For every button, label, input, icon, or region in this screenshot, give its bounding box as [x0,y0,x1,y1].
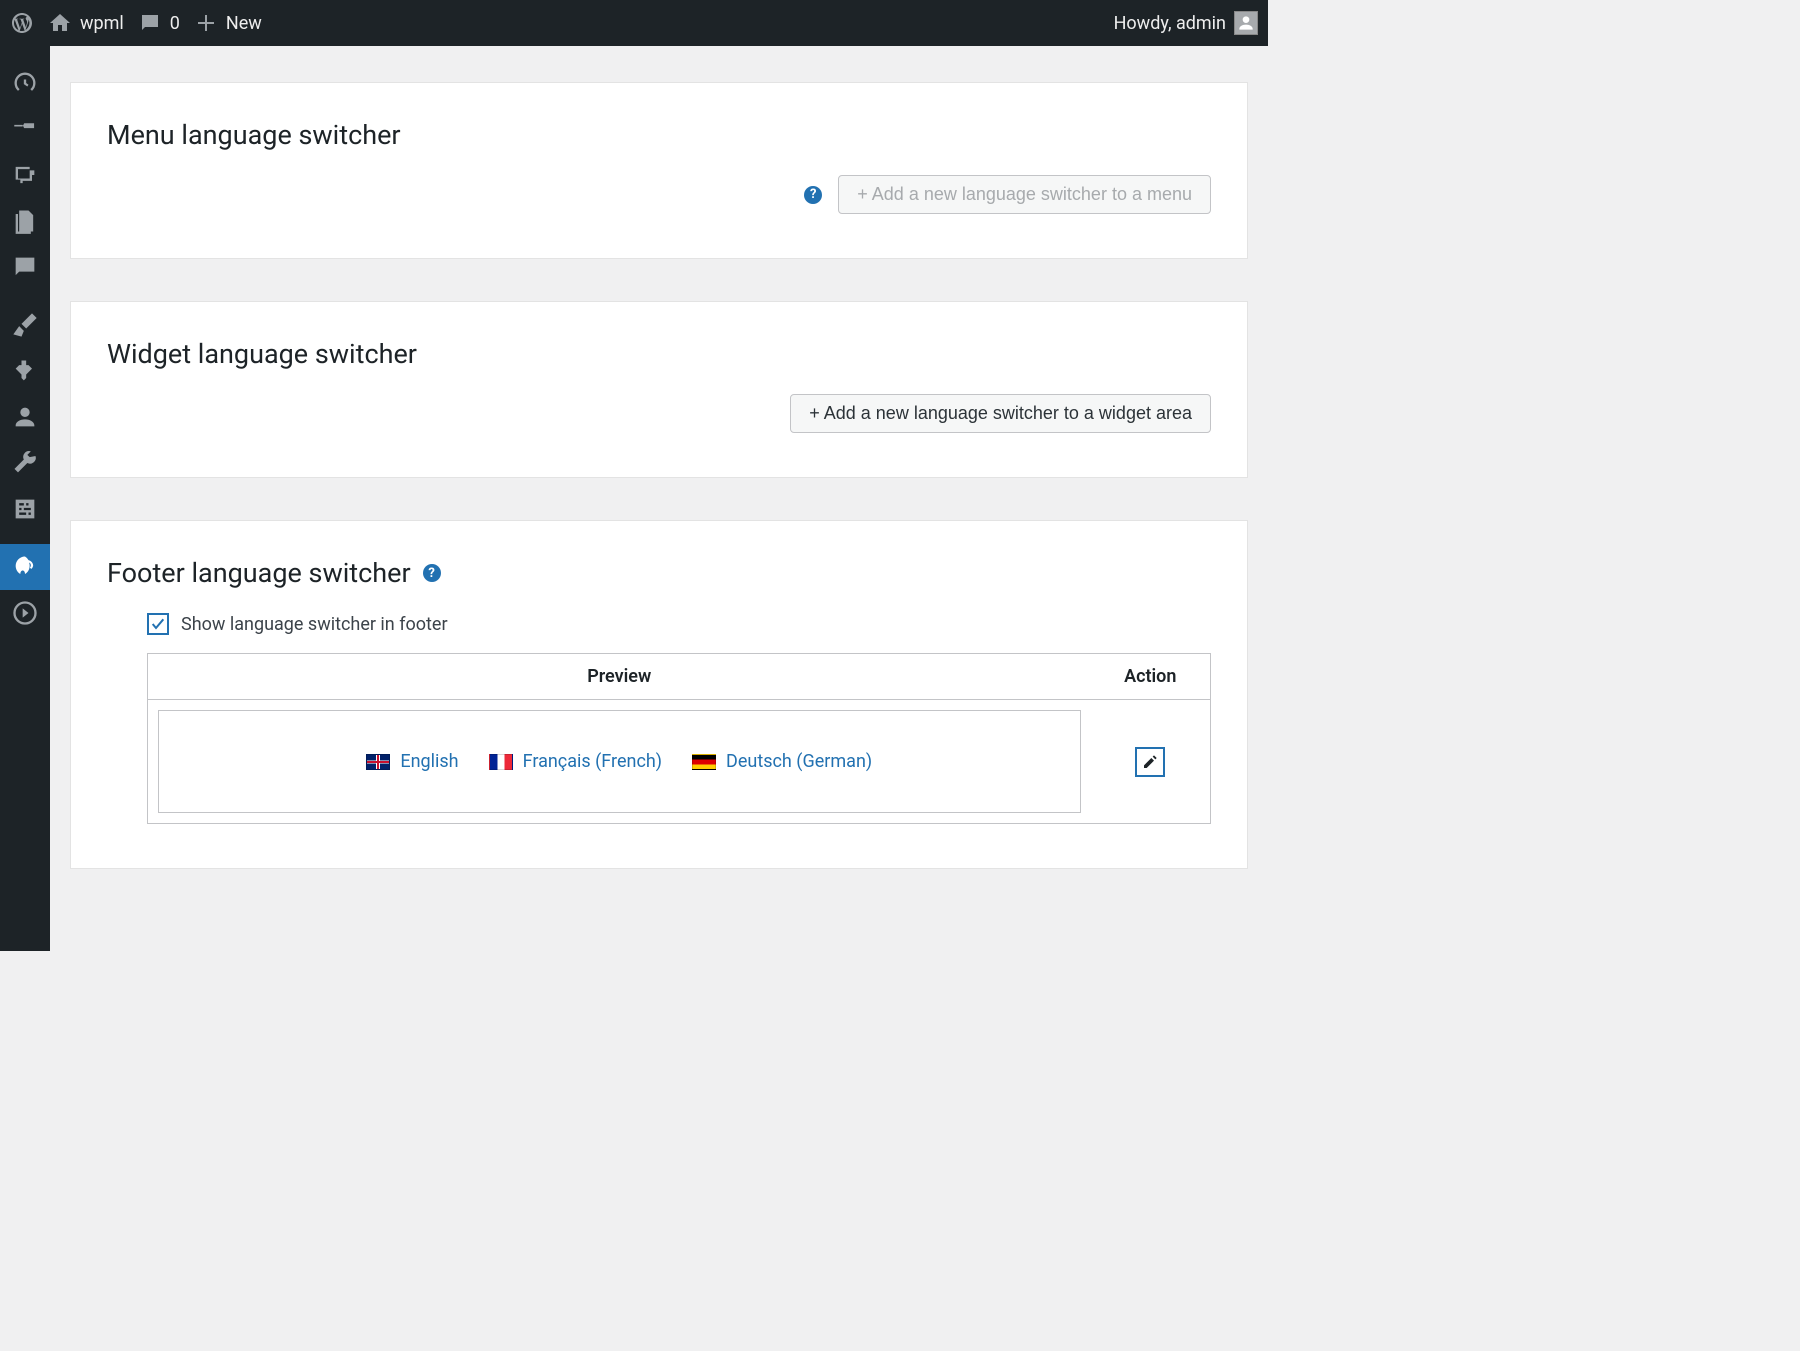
wpml-icon [11,553,39,581]
menu-plugins[interactable] [0,348,50,394]
language-label: Français (French) [523,751,662,772]
show-footer-switcher-label: Show language switcher in footer [181,614,448,635]
admin-sidebar [0,46,50,951]
plugin-icon [11,357,39,385]
check-icon [150,616,166,632]
menu-switcher-title: Menu language switcher [107,119,1211,151]
language-label: English [400,751,458,772]
site-name: wpml [80,13,124,34]
collapse-icon [11,599,39,627]
flag-de-icon [692,754,716,770]
brush-icon [11,311,39,339]
wordpress-logo[interactable] [10,11,34,35]
footer-switcher-title: Footer language switcher ? [107,557,1211,589]
footer-switcher-table: Preview Action English [147,653,1211,824]
home-icon [48,11,72,35]
edit-footer-switcher-button[interactable] [1135,747,1165,777]
comments-icon [11,253,39,281]
menu-dashboard[interactable] [0,60,50,106]
menu-switcher-panel: Menu language switcher ? + Add a new lan… [70,82,1248,259]
menu-tools[interactable] [0,440,50,486]
menu-settings[interactable] [0,486,50,532]
pages-icon [11,207,39,235]
language-link-en[interactable]: English [366,751,458,772]
sliders-icon [11,495,39,523]
pin-icon [11,115,39,143]
plus-icon [194,11,218,35]
menu-media[interactable] [0,152,50,198]
show-footer-switcher-checkbox[interactable] [147,613,169,635]
site-home-link[interactable]: wpml [48,11,124,35]
th-action: Action [1091,654,1211,700]
menu-posts[interactable] [0,106,50,152]
comment-icon [138,11,162,35]
language-link-fr[interactable]: Français (French) [489,751,662,772]
preview-box: English Français (French) Deutsch (Germa… [158,710,1081,813]
my-account-link[interactable]: Howdy, admin [1114,11,1258,35]
avatar [1234,11,1258,35]
wordpress-icon [10,11,34,35]
widget-switcher-panel: Widget language switcher + Add a new lan… [70,301,1248,478]
footer-switcher-panel: Footer language switcher ? Show language… [70,520,1248,869]
language-link-de[interactable]: Deutsch (German) [692,751,872,772]
content-area: Menu language switcher ? + Add a new lan… [50,46,1268,951]
dashboard-icon [11,69,39,97]
admin-bar: wpml 0 New Howdy, admin [0,0,1268,46]
menu-users[interactable] [0,394,50,440]
comments-link[interactable]: 0 [138,11,180,35]
menu-appearance[interactable] [0,302,50,348]
widget-switcher-title: Widget language switcher [107,338,1211,370]
help-icon[interactable]: ? [804,186,822,204]
greeting: Howdy, admin [1114,13,1226,34]
menu-comments[interactable] [0,244,50,290]
menu-wpml[interactable] [0,544,50,590]
language-label: Deutsch (German) [726,751,872,772]
flag-fr-icon [489,754,513,770]
user-icon [11,403,39,431]
menu-collapse[interactable] [0,590,50,636]
pencil-icon [1142,754,1158,770]
user-icon [1236,13,1256,33]
new-label: New [226,13,262,34]
media-icon [11,161,39,189]
wrench-icon [11,449,39,477]
table-row: English Français (French) Deutsch (Germa… [148,700,1211,824]
add-widget-switcher-button[interactable]: + Add a new language switcher to a widge… [790,394,1211,433]
add-menu-switcher-button[interactable]: + Add a new language switcher to a menu [838,175,1211,214]
th-preview: Preview [148,654,1091,700]
menu-pages[interactable] [0,198,50,244]
help-icon[interactable]: ? [423,564,441,582]
flag-en-icon [366,754,390,770]
new-content-link[interactable]: New [194,11,262,35]
comment-count: 0 [170,13,180,34]
